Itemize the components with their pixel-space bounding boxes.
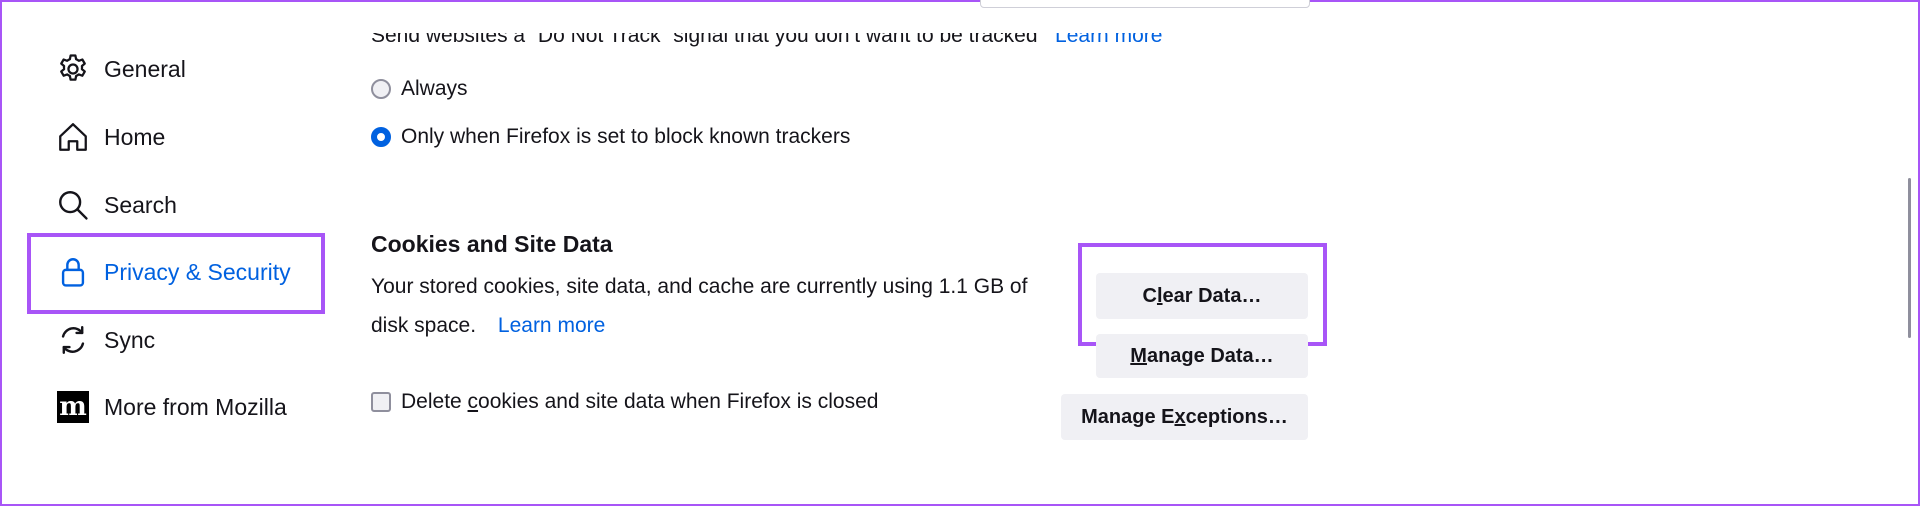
clear-data-button[interactable]: Cl ear Data… [1096,273,1308,319]
cookies-description-line2-row: disk space. Learn more [371,314,605,338]
btn-label-part: ceptions… [1185,405,1288,428]
sidebar-item-label: General [104,55,186,82]
sidebar-item-privacy-security[interactable]: Privacy & Security [56,252,291,292]
sidebar-item-label: Sync [104,326,156,353]
checkbox-label: Delete cookies and site data when Firefo… [401,390,878,414]
sidebar-item-search[interactable]: Search [56,185,177,225]
sidebar-item-label: More from Mozilla [104,393,287,420]
btn-label-part: ear Data… [1162,284,1262,307]
btn-label-part: Manage E [1081,405,1175,428]
btn-label-part: C [1142,284,1157,307]
manage-data-button[interactable]: Manage Data… [1096,334,1308,378]
sync-icon [56,323,90,357]
section-title: Cookies and Site Data [371,231,613,257]
search-field-fragment[interactable] [980,0,1310,8]
sidebar-item-label: Privacy & Security [104,258,291,285]
dnt-learn-more-link[interactable]: Learn more [1055,33,1162,47]
dnt-description: Send websites a “Do Not Track” signal th… [371,33,1038,47]
radio-button[interactable] [371,127,391,147]
manage-exceptions-button[interactable]: Manage Ex ceptions… [1061,394,1308,440]
checkbox-label-part: Delete [401,390,468,413]
sidebar-item-label: Home [104,123,166,150]
checkbox[interactable] [371,392,391,412]
sidebar-item-label: Search [104,191,177,218]
radio-button[interactable] [371,79,391,99]
btn-label-accel: x [1174,405,1186,428]
sidebar-item-home[interactable]: Home [56,117,165,157]
delete-cookies-on-close[interactable]: Delete cookies and site data when Firefo… [371,390,878,414]
gear-icon [56,52,90,86]
checkbox-label-part: ookies and site data when Firefox is clo… [478,390,879,413]
cookies-description-line1: Your stored cookies, site data, and cach… [371,275,1028,298]
checkbox-label-accel: c [467,390,479,413]
btn-label-accel: M [1130,344,1147,367]
sidebar-item-sync[interactable]: Sync [56,320,155,360]
home-icon [56,120,90,154]
radio-label: Only when Firefox is set to block known … [401,125,851,148]
sidebar-item-general[interactable]: General [56,49,186,89]
btn-label-part: anage Data… [1146,344,1274,367]
cookies-learn-more-link[interactable]: Learn more [498,314,605,337]
dnt-description-clipped: Send websites a “Do Not Track” signal th… [371,33,1162,55]
radio-label: Always [401,77,468,100]
mozilla-icon: m [56,390,90,424]
lock-icon [56,255,90,289]
search-icon [56,188,90,222]
vertical-scrollbar[interactable] [1908,178,1911,338]
radio-always[interactable]: Always [371,77,468,101]
sidebar-item-more-from-mozilla[interactable]: m More from Mozilla [56,387,287,427]
radio-only-when-blocking[interactable]: Only when Firefox is set to block known … [371,125,850,149]
cookies-description-line2: disk space. [371,314,477,337]
